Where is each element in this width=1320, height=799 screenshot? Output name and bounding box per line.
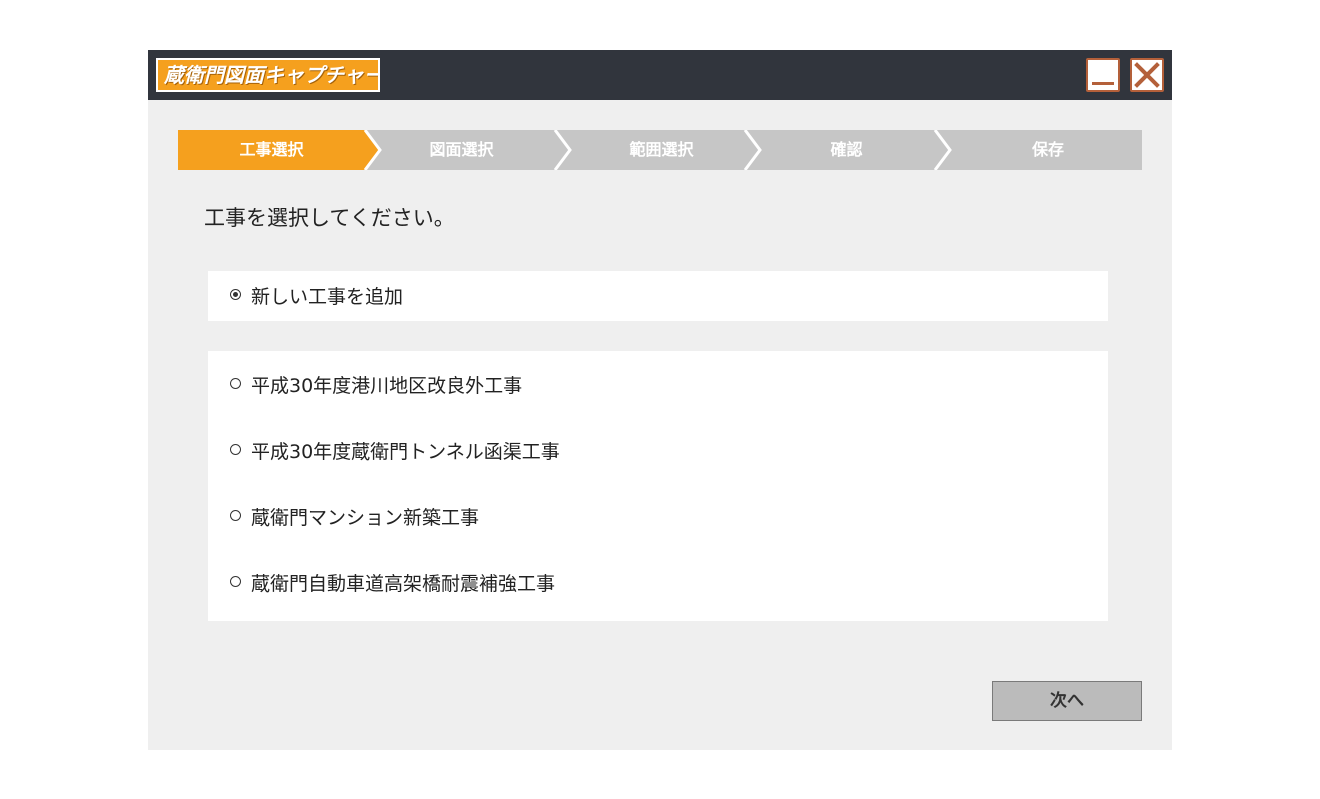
- radio-button[interactable]: [230, 510, 241, 521]
- title-bar: 蔵衛門図面キャプチャー: [148, 50, 1172, 100]
- radio-button[interactable]: [230, 444, 241, 455]
- radio-button-checked[interactable]: [230, 289, 241, 300]
- step-label-1: 工事選択: [239, 140, 304, 159]
- new-project-panel: 新しい工事を追加: [208, 271, 1108, 321]
- step-label-4: 確認: [830, 140, 863, 159]
- radio-button[interactable]: [230, 378, 241, 389]
- step-progress-bar: 工事選択 図面選択 範囲選択 確認 保存: [178, 130, 1142, 170]
- step-label-3: 範囲選択: [629, 140, 694, 159]
- new-project-label: 新しい工事を追加: [251, 286, 404, 308]
- radio-button[interactable]: [230, 576, 241, 587]
- step-label-5: 保存: [1031, 140, 1064, 159]
- close-button[interactable]: [1130, 58, 1164, 92]
- minimize-icon: [1092, 82, 1114, 85]
- step-label-2: 図面選択: [429, 140, 494, 159]
- new-project-option[interactable]: 新しい工事を追加: [208, 276, 1108, 316]
- project-label: 平成30年度蔵衛門トンネル函渠工事: [251, 441, 560, 463]
- project-option[interactable]: 平成30年度港川地区改良外工事: [208, 365, 1108, 405]
- project-list-panel: 平成30年度港川地区改良外工事 平成30年度蔵衛門トンネル函渠工事 蔵衛門マンシ…: [208, 351, 1108, 621]
- minimize-button[interactable]: [1086, 58, 1120, 92]
- project-option[interactable]: 蔵衛門マンション新築工事: [208, 497, 1108, 537]
- project-option[interactable]: 平成30年度蔵衛門トンネル函渠工事: [208, 431, 1108, 471]
- project-label: 平成30年度港川地区改良外工事: [251, 375, 523, 397]
- next-button[interactable]: 次へ: [992, 681, 1142, 721]
- page-prompt: 工事を選択してください。: [204, 206, 455, 230]
- project-option[interactable]: 蔵衛門自動車道高架橋耐震補強工事: [208, 563, 1108, 603]
- app-window: 蔵衛門図面キャプチャー 工事選択 図面選択 範囲選択 確認 保存 工事を選択して…: [148, 50, 1172, 750]
- project-label: 蔵衛門マンション新築工事: [251, 507, 480, 529]
- close-icon: [1134, 62, 1160, 88]
- project-label: 蔵衛門自動車道高架橋耐震補強工事: [251, 573, 556, 595]
- app-logo: 蔵衛門図面キャプチャー: [156, 58, 380, 92]
